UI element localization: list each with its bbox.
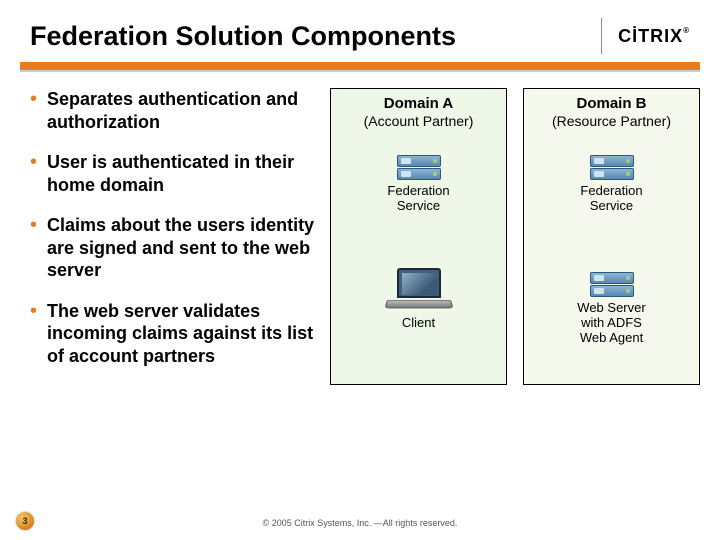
web-server-label: Web Server with ADFS Web Agent	[577, 301, 645, 346]
domain-b-title: Domain B	[576, 95, 646, 113]
bullet-icon: •	[30, 88, 37, 133]
client-label: Client	[402, 316, 435, 331]
title-row: Federation Solution Components CİTRIX®	[0, 0, 720, 62]
content-row: • Separates authentication and authoriza…	[0, 80, 720, 385]
logo-text: CİTRIX	[618, 26, 683, 46]
copyright-footer: © 2005 Citrix Systems, Inc. —All rights …	[0, 518, 720, 528]
bullet-text: Separates authentication and authorizati…	[47, 88, 318, 133]
domain-a-subtitle: (Account Partner)	[364, 113, 474, 129]
slide: Federation Solution Components CİTRIX® •…	[0, 0, 720, 540]
bullet-icon: •	[30, 300, 37, 368]
server-stack-icon	[590, 272, 634, 297]
bullet-text: The web server validates incoming claims…	[47, 300, 318, 368]
bullet-item: • Separates authentication and authoriza…	[30, 88, 318, 133]
bullet-item: • User is authenticated in their home do…	[30, 151, 318, 196]
federation-service-label: Federation Service	[387, 184, 449, 214]
diagram: Domain A (Account Partner) Federation Se…	[330, 88, 700, 385]
server-stack-icon	[590, 155, 634, 180]
bullet-icon: •	[30, 214, 37, 282]
bullet-icon: •	[30, 151, 37, 196]
bullet-text: User is authenticated in their home doma…	[47, 151, 318, 196]
bullet-item: • Claims about the users identity are si…	[30, 214, 318, 282]
gray-underline	[20, 70, 700, 72]
domain-a-box: Domain A (Account Partner) Federation Se…	[330, 88, 507, 385]
bullet-item: • The web server validates incoming clai…	[30, 300, 318, 368]
domain-b-box: Domain B (Resource Partner) Federation S…	[523, 88, 700, 385]
orange-underline	[20, 62, 700, 70]
server-stack-icon	[397, 155, 441, 180]
domain-a-title: Domain A	[384, 95, 453, 113]
federation-service-label: Federation Service	[580, 184, 642, 214]
citrix-logo: CİTRIX®	[618, 26, 690, 47]
logo-divider	[601, 18, 602, 54]
laptop-icon	[385, 268, 453, 312]
bullet-text: Claims about the users identity are sign…	[47, 214, 318, 282]
bullet-list: • Separates authentication and authoriza…	[30, 88, 330, 385]
domain-b-subtitle: (Resource Partner)	[552, 113, 671, 129]
slide-title: Federation Solution Components	[30, 21, 601, 52]
